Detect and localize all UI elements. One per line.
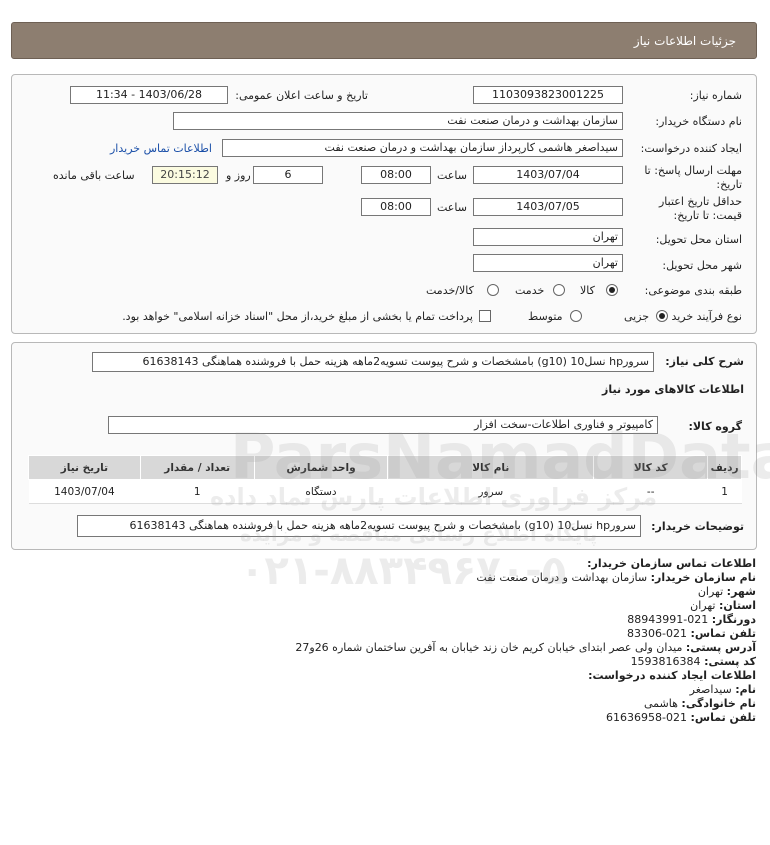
deadline-days-label: روز و <box>226 169 251 182</box>
creator-title-text: اطلاعات ایجاد کننده درخواست: <box>588 669 756 682</box>
price-validity-time-label: ساعت <box>437 201 467 214</box>
delivery-province-field[interactable]: تهران <box>473 228 623 246</box>
buyer-contact-link[interactable]: اطلاعات تماس خریدار <box>110 142 212 155</box>
description-label: شرح کلی نیاز: <box>665 355 744 368</box>
need-number-label: شماره نیاز: <box>689 89 742 102</box>
deadline-label-line2: تاریخ: <box>716 178 742 191</box>
requester-field[interactable]: سیداصغر هاشمی کارپرداز سازمان بهداشت و د… <box>222 139 623 157</box>
process-partial-label: جزیی <box>624 310 650 323</box>
buyer-org-label: نام دستگاه خریدار: <box>655 115 742 128</box>
creator-phone-line: تلفن تماس: 021-61636958 <box>606 711 756 724</box>
contact-phone-line: تلفن تماس: 021-83306 <box>627 627 756 640</box>
purchase-process-label: نوع فرآیند خرید : <box>664 310 742 323</box>
buyer-notes-field: سرورhp نسل10 (g10) بامشخصات و شرح پیوست … <box>77 515 641 537</box>
cell-row-number: 1 <box>707 479 742 504</box>
contact-city-value: تهران <box>697 585 724 598</box>
table-row: 1 -- سرور دستگاه 1 1403/07/04 <box>28 479 742 504</box>
remaining-time-field: 20:15:12 <box>152 166 218 184</box>
col-need-date: تاریخ نیاز <box>28 455 141 480</box>
cell-goods-name: سرور <box>387 479 594 504</box>
cell-goods-code: -- <box>593 479 708 504</box>
price-validity-label-line1: حداقل تاریخ اعتبار <box>658 195 742 208</box>
creator-title: اطلاعات ایجاد کننده درخواست: <box>588 669 756 682</box>
remaining-time-label: ساعت باقی مانده <box>53 169 135 182</box>
contact-address-label: آدرس پستی: <box>685 641 756 654</box>
price-validity-date-field[interactable]: 1403/07/05 <box>473 198 623 216</box>
deadline-label-line1: مهلت ارسال پاسخ: تا <box>644 164 742 177</box>
contact-city-label: شهر: <box>726 585 756 598</box>
contact-title: اطلاعات تماس سازمان خریدار: <box>587 557 756 570</box>
contact-org-line: نام سازمان خریدار: سازمان بهداشت و درمان… <box>476 571 756 584</box>
contact-org-value: سازمان بهداشت و درمان صنعت نفت <box>476 571 648 584</box>
creator-last-name-value: هاشمی <box>644 697 678 710</box>
table-header-row: ردیف کد کالا نام کالا واحد شمارش تعداد /… <box>28 455 742 480</box>
process-medium-label: متوسط <box>528 310 563 323</box>
delivery-province-label: استان محل تحویل: <box>655 233 742 246</box>
description-field: سرورhp نسل10 (g10) بامشخصات و شرح پیوست … <box>92 352 654 372</box>
creator-first-name-line: نام: سیداصغر <box>690 683 756 696</box>
contact-fax-line: دورنگار: 021-88943991 <box>627 613 756 626</box>
process-medium-radio[interactable] <box>570 310 582 322</box>
cell-unit: دستگاه <box>254 479 388 504</box>
category-service-label: خدمت <box>515 284 545 297</box>
delivery-city-field[interactable]: تهران <box>473 254 623 272</box>
contact-phone-value: 021-83306 <box>627 627 688 640</box>
goods-table: ردیف کد کالا نام کالا واحد شمارش تعداد /… <box>28 455 742 504</box>
deadline-time-field[interactable]: 08:00 <box>361 166 431 184</box>
col-row-number: ردیف <box>707 455 742 480</box>
deadline-date-field[interactable]: 1403/07/04 <box>473 166 623 184</box>
contact-address-line: آدرس پستی: میدان ولی عصر ابتدای خیابان ک… <box>295 641 756 654</box>
category-goods-label: کالا <box>580 284 595 297</box>
deadline-time-label: ساعت <box>437 169 467 182</box>
contact-province-line: استان: تهران <box>690 599 756 612</box>
col-goods-code: کد کالا <box>593 455 709 480</box>
contact-province-value: تهران <box>690 599 716 612</box>
goods-group-field: کامپیوتر و فناوری اطلاعات-سخت افزار <box>108 416 658 434</box>
goods-group-label: گروه کالا: <box>688 420 742 433</box>
contact-postal-value: 1593816384 <box>630 655 701 668</box>
col-quantity: تعداد / مقدار <box>139 455 255 480</box>
buyer-notes-label: توضیحات خریدار: <box>651 520 744 533</box>
process-partial-radio[interactable] <box>656 310 668 322</box>
cell-need-date: 1403/07/04 <box>28 479 141 504</box>
contact-fax-label: دورنگار: <box>711 613 756 626</box>
contact-province-label: استان: <box>719 599 756 612</box>
contact-org-label: نام سازمان خریدار: <box>650 571 756 584</box>
price-validity-label-line2: قیمت: تا تاریخ: <box>673 209 742 222</box>
page-title: جزئیات اطلاعات نیاز <box>633 34 736 48</box>
contact-postal-label: کد پستی: <box>704 655 756 668</box>
deadline-days-field[interactable]: 6 <box>253 166 323 184</box>
goods-section-title: اطلاعات کالاهای مورد نیاز <box>602 383 744 396</box>
col-goods-name: نام کالا <box>387 455 595 480</box>
contact-postal-line: کد پستی: 1593816384 <box>631 655 756 668</box>
announce-datetime-label: تاریخ و ساعت اعلان عمومی: <box>235 89 368 102</box>
price-validity-time-field[interactable]: 08:00 <box>361 198 431 216</box>
announce-datetime-field[interactable]: 1403/06/28 - 11:34 <box>70 86 228 104</box>
category-goods-radio[interactable] <box>606 284 618 296</box>
requester-label: ایجاد کننده درخواست: <box>640 142 742 155</box>
buyer-org-field[interactable]: سازمان بهداشت و درمان صنعت نفت <box>173 112 623 130</box>
creator-phone-label: تلفن تماس: <box>690 711 756 724</box>
contact-address-value: میدان ولی عصر ابتدای خیابان کریم خان زند… <box>295 641 683 654</box>
creator-first-name-value: سیداصغر <box>689 683 732 696</box>
category-service-radio[interactable] <box>553 284 565 296</box>
creator-phone-value: 021-61636958 <box>606 711 688 724</box>
contact-phone-label: تلفن تماس: <box>690 627 756 640</box>
category-label: طبقه بندی موضوعی: <box>644 284 742 297</box>
need-number-field[interactable]: 1103093823001225 <box>473 86 623 104</box>
category-goods-service-label: کالا/خدمت <box>426 284 474 297</box>
contact-city-line: شهر: تهران <box>698 585 756 598</box>
page-header: جزئیات اطلاعات نیاز <box>11 22 757 59</box>
cell-quantity: 1 <box>140 479 255 504</box>
treasury-docs-checkbox[interactable] <box>479 310 491 322</box>
treasury-docs-label: پرداخت تمام یا بخشی از مبلغ خرید،از محل … <box>122 310 473 323</box>
category-goods-service-radio[interactable] <box>487 284 499 296</box>
col-unit: واحد شمارش <box>253 455 389 480</box>
delivery-city-label: شهر محل تحویل: <box>662 259 742 272</box>
creator-last-name-line: نام خانوادگی: هاشمی <box>644 697 756 710</box>
contact-title-text: اطلاعات تماس سازمان خریدار: <box>587 557 756 570</box>
creator-first-name-label: نام: <box>735 683 756 696</box>
contact-fax-value: 021-88943991 <box>627 613 709 626</box>
creator-last-name-label: نام خانوادگی: <box>681 697 756 710</box>
